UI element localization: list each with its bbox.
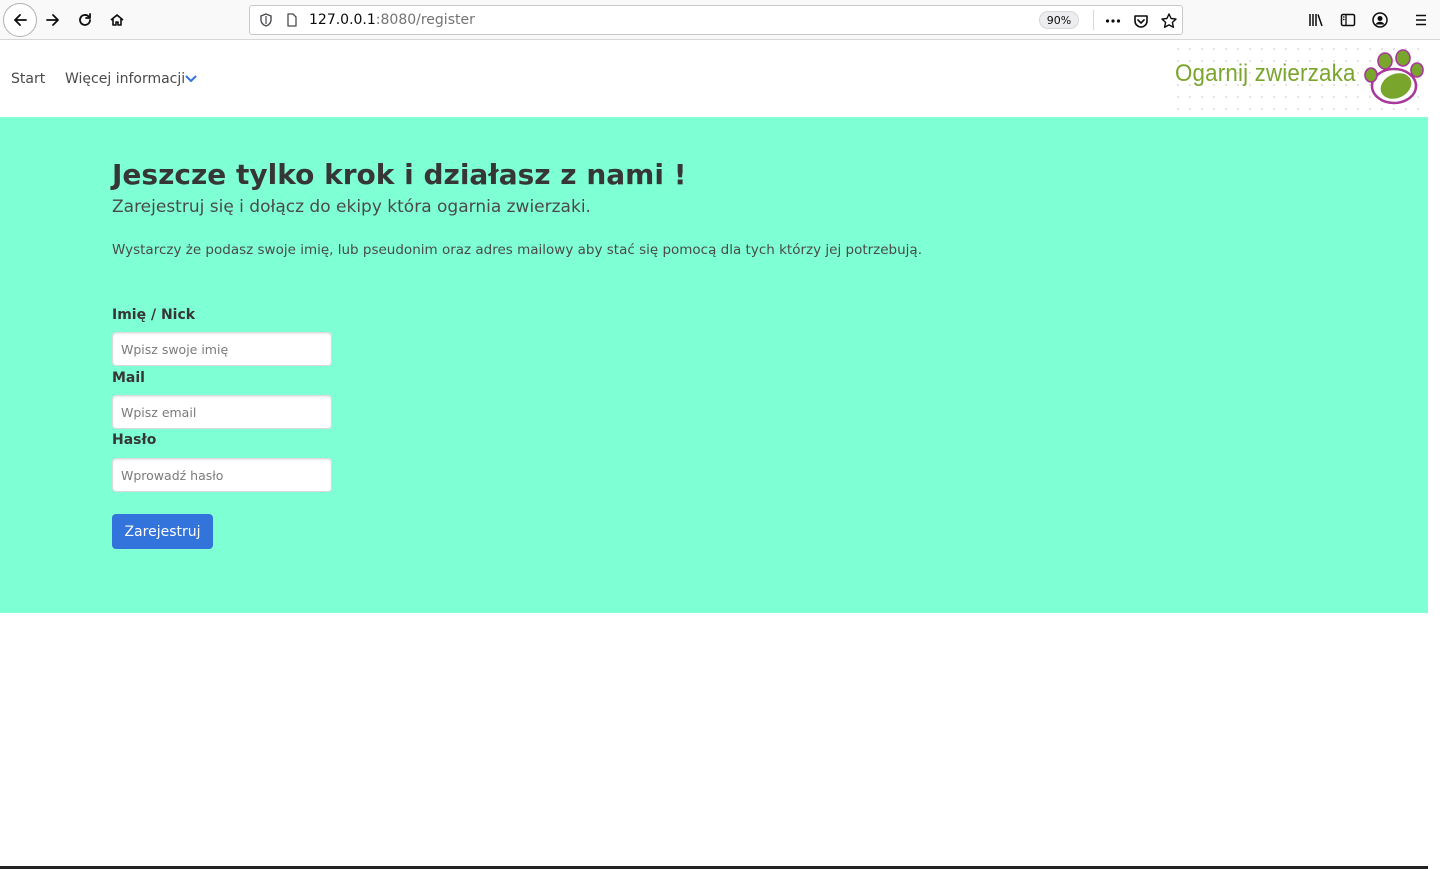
reload-icon [79, 13, 91, 26]
arrow-left-icon [14, 14, 27, 26]
nav-start-link[interactable]: Start [11, 71, 45, 87]
sidebar-icon[interactable] [1339, 11, 1357, 29]
browser-toolbar: 127.0.0.1:8080/register 90% [0, 0, 1440, 40]
forward-button[interactable] [37, 4, 69, 36]
paw-icon[interactable] [1361, 48, 1425, 108]
zoom-badge[interactable]: 90% [1039, 11, 1079, 29]
password-field[interactable] [112, 458, 332, 492]
name-field[interactable] [112, 332, 332, 366]
url-text[interactable]: 127.0.0.1:8080/register [309, 11, 475, 29]
register-hero: Jeszcze tylko krok i działasz z nami ! Z… [0, 117, 1428, 613]
url-bar[interactable]: 127.0.0.1:8080/register 90% [249, 5, 1183, 35]
star-icon[interactable] [1160, 12, 1178, 30]
password-label: Hasło [112, 432, 157, 448]
hamburger-menu-icon[interactable] [1412, 11, 1430, 29]
ellipsis-icon[interactable] [1104, 12, 1122, 30]
url-path: :8080/register [375, 12, 475, 28]
home-button[interactable] [101, 4, 133, 36]
page-icon[interactable] [284, 12, 300, 28]
email-label: Mail [112, 370, 145, 386]
reload-button[interactable] [69, 4, 101, 36]
home-icon [110, 14, 124, 26]
name-label: Imię / Nick [112, 307, 196, 323]
url-separator [1093, 10, 1094, 30]
pocket-icon[interactable] [1132, 12, 1150, 30]
logo-text[interactable]: Ogarnij zwierzaka [1175, 60, 1356, 88]
library-icon[interactable] [1307, 11, 1325, 29]
url-host: 127.0.0.1 [309, 12, 376, 28]
shield-icon[interactable] [258, 12, 274, 28]
register-button[interactable]: Zarejestruj [112, 514, 213, 549]
page-title: Jeszcze tylko krok i działasz z nami ! [112, 158, 687, 191]
chevron-down-icon[interactable] [185, 74, 197, 84]
account-icon[interactable] [1371, 11, 1389, 29]
arrow-right-icon [46, 14, 59, 26]
site-navbar: Start Więcej informacji Ogarnij zwierzak… [0, 41, 1428, 117]
email-field[interactable] [112, 395, 332, 429]
back-button[interactable] [3, 3, 37, 37]
page-right-edge [1428, 41, 1440, 869]
nav-more-info-dropdown[interactable]: Więcej informacji [65, 71, 185, 87]
page-description: Wystarczy że podasz swoje imię, lub pseu… [112, 242, 922, 258]
page-subtitle: Zarejestruj się i dołącz do ekipy która … [112, 197, 591, 217]
